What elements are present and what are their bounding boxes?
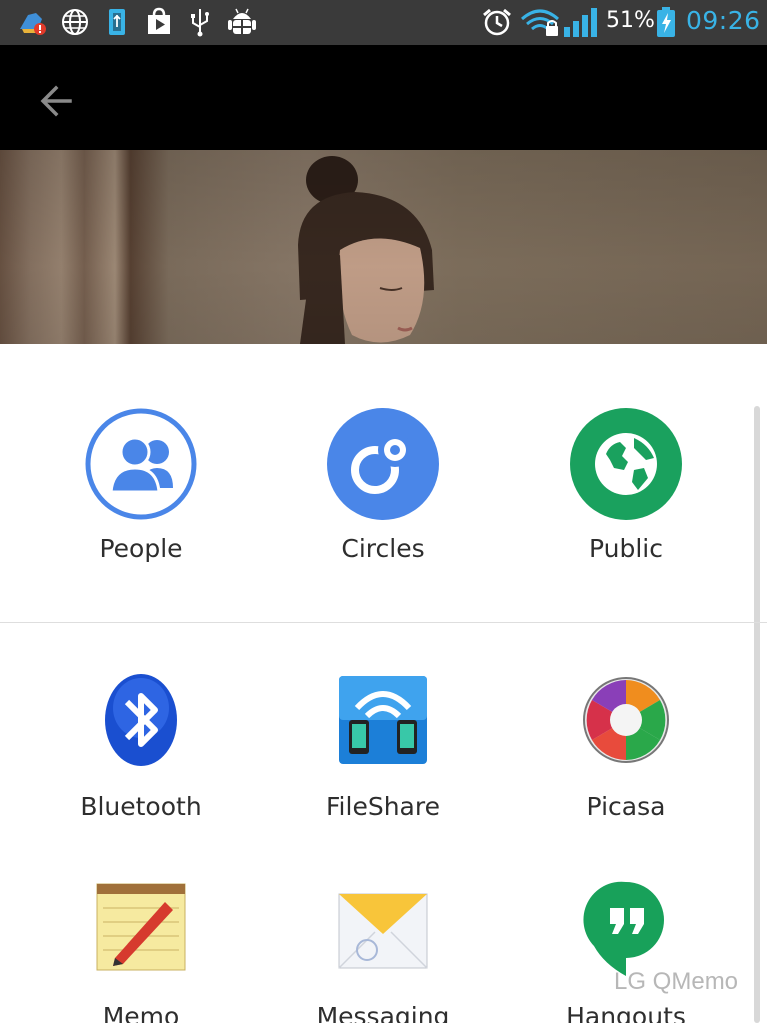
share-target-public[interactable]: Public (536, 408, 716, 563)
share-target-circles[interactable]: Circles (293, 408, 473, 563)
app-label: Hangouts (566, 1002, 686, 1023)
battery-percentage: 51% (606, 8, 655, 33)
picasa-icon (570, 664, 682, 776)
shared-photo-preview (0, 150, 767, 344)
people-icon (85, 408, 197, 520)
wifi-locked-icon (521, 9, 559, 36)
section-divider (0, 622, 767, 623)
android-debug-icon (228, 8, 256, 34)
action-bar (0, 45, 767, 150)
circles-icon (327, 408, 439, 520)
qmemo-watermark: LG QMemo (614, 968, 739, 995)
bluetooth-icon (85, 664, 197, 776)
memo-icon (85, 874, 197, 986)
app-label: Messaging (316, 1002, 450, 1023)
envelope-icon (327, 874, 439, 986)
app-label: Memo (102, 1002, 180, 1023)
alarm-icon (483, 8, 511, 36)
globe-icon (62, 9, 88, 35)
photo-shade (0, 150, 767, 344)
app-messaging[interactable]: Messaging (293, 874, 473, 1023)
globe-icon (570, 408, 682, 520)
app-label: Bluetooth (80, 792, 202, 821)
share-target-people[interactable]: People (51, 408, 231, 563)
app-label: Picasa (586, 792, 666, 821)
app-hangouts[interactable]: Hangouts (536, 874, 716, 1023)
back-button[interactable] (30, 75, 82, 127)
app-fileshare[interactable]: FileShare (293, 664, 473, 821)
status-bar: 51% 09:26 (0, 0, 767, 45)
fileshare-icon (327, 664, 439, 776)
share-target-label: People (99, 534, 183, 563)
cleaner-alert-icon (20, 13, 46, 35)
play-store-icon (148, 7, 170, 34)
app-bluetooth[interactable]: Bluetooth (51, 664, 231, 821)
share-target-label: Circles (341, 534, 425, 563)
clock: 09:26 (686, 6, 761, 35)
app-label: FileShare (326, 792, 440, 821)
usb-storage-icon (109, 9, 125, 35)
app-picasa[interactable]: Picasa (536, 664, 716, 821)
app-memo[interactable]: Memo (51, 874, 231, 1023)
arrow-left-icon (40, 85, 72, 117)
battery-charging-icon (657, 7, 675, 37)
share-target-label: Public (589, 534, 663, 563)
usb-icon (191, 9, 209, 37)
signal-icon (564, 8, 597, 37)
scrollbar[interactable] (754, 406, 760, 1023)
